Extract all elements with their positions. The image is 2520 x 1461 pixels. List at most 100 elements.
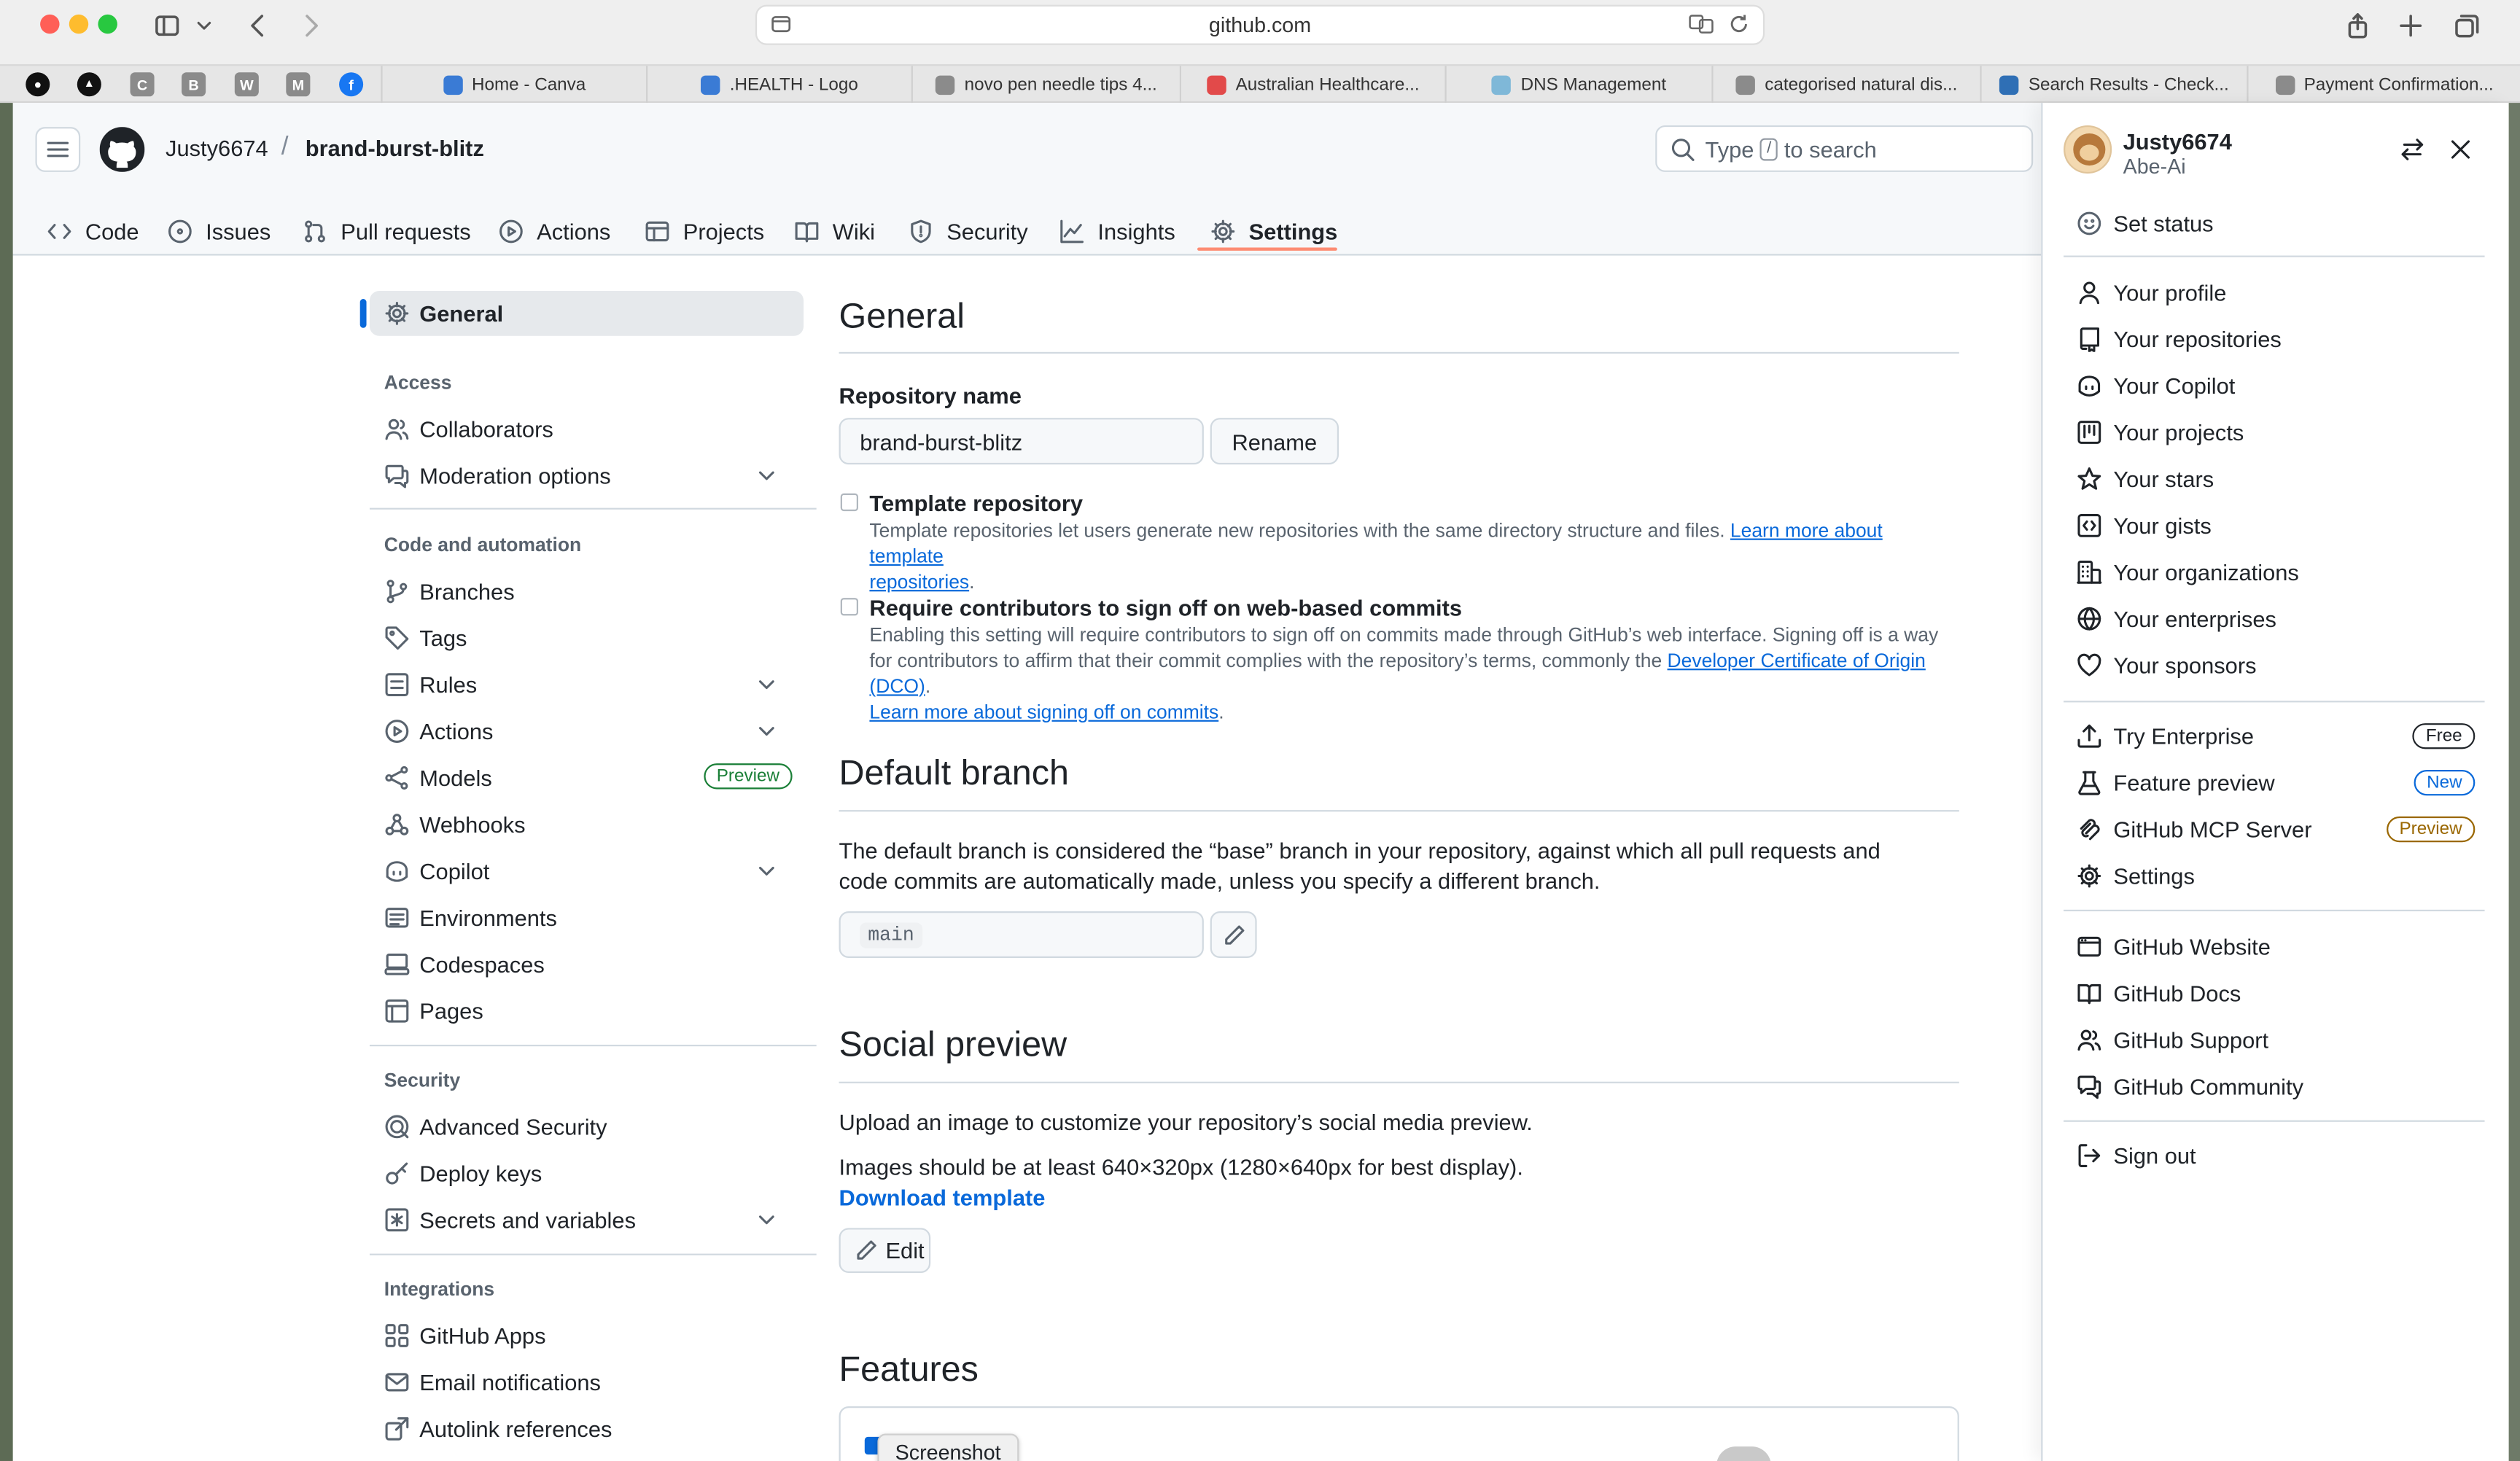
tab-favicon-icon bbox=[1491, 74, 1512, 94]
panel-feature-preview[interactable]: Feature preview New bbox=[2077, 765, 2476, 800]
tab-projects[interactable]: Projects bbox=[645, 206, 764, 257]
minimize-window-button[interactable] bbox=[69, 14, 89, 34]
zoom-window-button[interactable] bbox=[98, 14, 117, 34]
panel-your-copilot[interactable]: Your Copilot bbox=[2077, 368, 2476, 404]
forward-arrow-icon[interactable] bbox=[294, 9, 326, 42]
panel-github-mcp-server[interactable]: GitHub MCP Server Preview bbox=[2077, 811, 2476, 847]
settings-nav-email-notifications[interactable]: Email notifications bbox=[384, 1365, 793, 1400]
triangle-app-icon[interactable]: ▲ bbox=[77, 72, 101, 97]
letter-c-icon[interactable]: C bbox=[130, 72, 155, 97]
panel-your-enterprises[interactable]: Your enterprises bbox=[2077, 601, 2476, 637]
repo-name-link[interactable]: brand-burst-blitz bbox=[306, 135, 484, 160]
page-settings-icon[interactable] bbox=[770, 13, 793, 36]
signoff-learn-more-link[interactable]: Learn more about signing off on commits bbox=[869, 701, 1218, 723]
panel-github-community[interactable]: GitHub Community bbox=[2077, 1069, 2476, 1104]
repository-name-input[interactable]: brand-burst-blitz bbox=[839, 418, 1204, 465]
address-bar[interactable]: github.com bbox=[755, 4, 1765, 45]
settings-nav-collaborators[interactable]: Collaborators bbox=[384, 411, 793, 447]
settings-nav-models[interactable]: Models Preview bbox=[384, 760, 793, 796]
panel-your-repositories[interactable]: Your repositories bbox=[2077, 322, 2476, 357]
settings-nav-webhooks[interactable]: Webhooks bbox=[384, 807, 793, 843]
tab-security[interactable]: Security bbox=[908, 206, 1028, 257]
settings-nav-branches[interactable]: Branches bbox=[384, 574, 793, 609]
chevron-down-icon[interactable] bbox=[192, 9, 215, 42]
signoff-checkbox[interactable] bbox=[840, 598, 858, 616]
rename-button[interactable]: Rename bbox=[1210, 418, 1339, 465]
tab-wiki[interactable]: Wiki bbox=[794, 206, 875, 257]
settings-nav-environments[interactable]: Environments bbox=[384, 900, 793, 936]
settings-nav-deploy-keys[interactable]: Deploy keys bbox=[384, 1156, 793, 1191]
letter-w-icon[interactable]: W bbox=[234, 72, 259, 97]
settings-nav-github-apps[interactable]: GitHub Apps bbox=[384, 1318, 793, 1354]
github-logo-icon[interactable] bbox=[99, 127, 145, 172]
template-repository-checkbox[interactable] bbox=[840, 493, 858, 512]
settings-nav-secrets-and-variables[interactable]: Secrets and variables bbox=[384, 1202, 793, 1238]
panel-github-docs[interactable]: GitHub Docs bbox=[2077, 975, 2476, 1011]
browser-tab[interactable]: Payment Confirmation... bbox=[2247, 66, 2520, 104]
sidebar-toggle-icon[interactable] bbox=[151, 9, 183, 42]
search-placeholder-prefix: Type bbox=[1705, 136, 1754, 162]
settings-nav-autolink-references[interactable]: Autolink references bbox=[384, 1411, 793, 1447]
repo-owner-link[interactable]: Justy6674 bbox=[166, 135, 268, 160]
settings-nav-actions[interactable]: Actions bbox=[384, 714, 793, 749]
panel-your-projects[interactable]: Your projects bbox=[2077, 415, 2476, 451]
letter-m-icon[interactable]: M bbox=[286, 72, 311, 97]
new-tab-icon[interactable] bbox=[2395, 9, 2427, 42]
browser-tab[interactable]: Home - Canva bbox=[381, 66, 646, 104]
translate-icon[interactable] bbox=[1687, 13, 1714, 36]
settings-nav-label: Environments bbox=[419, 905, 557, 931]
tab-label: Issues bbox=[206, 218, 271, 245]
browser-tab[interactable]: DNS Management bbox=[1444, 66, 1711, 104]
panel-your-organizations[interactable]: Your organizations bbox=[2077, 555, 2476, 591]
edit-social-preview-button[interactable]: Edit bbox=[839, 1228, 931, 1274]
switch-account-icon[interactable] bbox=[2400, 136, 2425, 162]
panel-try-enterprise[interactable]: Try Enterprise Free bbox=[2077, 718, 2476, 754]
tab-insights[interactable]: Insights bbox=[1059, 206, 1175, 257]
close-icon[interactable] bbox=[2448, 136, 2473, 162]
search-input[interactable]: Type / to search bbox=[1655, 125, 2034, 172]
settings-nav-tags[interactable]: Tags bbox=[384, 620, 793, 656]
settings-nav-moderation[interactable]: Moderation options bbox=[384, 458, 793, 494]
browser-tab[interactable]: Australian Healthcare... bbox=[1179, 66, 1445, 104]
github-icon[interactable]: ● bbox=[26, 72, 50, 97]
browser-tab[interactable]: .HEALTH - Logo bbox=[646, 66, 911, 104]
template-repositories-link[interactable]: repositories bbox=[869, 571, 969, 593]
tab-overview-icon[interactable] bbox=[2451, 9, 2483, 42]
avatar[interactable] bbox=[2064, 125, 2112, 174]
panel-settings[interactable]: Settings bbox=[2077, 858, 2476, 894]
download-template-link[interactable]: Download template bbox=[839, 1183, 1046, 1214]
close-window-button[interactable] bbox=[40, 14, 60, 34]
settings-nav-label: Secrets and variables bbox=[419, 1207, 637, 1233]
panel-github-website[interactable]: GitHub Website bbox=[2077, 929, 2476, 965]
panel-github-support[interactable]: GitHub Support bbox=[2077, 1022, 2476, 1058]
menu-button[interactable] bbox=[35, 127, 81, 172]
browser-tab[interactable]: novo pen needle tips 4... bbox=[911, 66, 1180, 104]
share-icon[interactable] bbox=[2341, 9, 2373, 42]
book-icon bbox=[795, 222, 819, 243]
panel-your-gists[interactable]: Your gists bbox=[2077, 508, 2476, 544]
gear-icon bbox=[2077, 864, 2101, 888]
browser-tab[interactable]: Search Results - Check... bbox=[1980, 66, 2247, 104]
set-status-item[interactable]: Set status bbox=[2077, 206, 2476, 241]
panel-your-sponsors[interactable]: Your sponsors bbox=[2077, 647, 2476, 683]
tab-issues[interactable]: Issues bbox=[167, 206, 271, 257]
settings-nav-rules[interactable]: Rules bbox=[384, 667, 793, 703]
edit-default-branch-button[interactable] bbox=[1210, 911, 1257, 958]
settings-nav-advanced-security[interactable]: Advanced Security bbox=[384, 1109, 793, 1145]
settings-nav-pages[interactable]: Pages bbox=[384, 993, 793, 1029]
letter-b-icon[interactable]: B bbox=[182, 72, 206, 97]
settings-nav-general[interactable]: General bbox=[384, 296, 793, 332]
settings-nav-codespaces[interactable]: Codespaces bbox=[384, 947, 793, 983]
panel-your-stars[interactable]: Your stars bbox=[2077, 461, 2476, 497]
sign-out-item[interactable]: Sign out bbox=[2077, 1138, 2476, 1174]
browser-tab[interactable]: categorised natural dis... bbox=[1711, 66, 1980, 104]
back-arrow-icon[interactable] bbox=[243, 9, 275, 42]
tab-actions[interactable]: Actions bbox=[498, 206, 610, 257]
settings-nav-copilot[interactable]: Copilot bbox=[384, 854, 793, 889]
tab-code[interactable]: Code bbox=[47, 206, 139, 257]
reload-icon[interactable] bbox=[1727, 13, 1750, 36]
tab-pull-requests[interactable]: Pull requests bbox=[302, 206, 471, 257]
panel-your-profile[interactable]: Your profile bbox=[2077, 275, 2476, 311]
link-icon bbox=[385, 1417, 409, 1441]
facebook-icon[interactable]: f bbox=[339, 72, 364, 97]
